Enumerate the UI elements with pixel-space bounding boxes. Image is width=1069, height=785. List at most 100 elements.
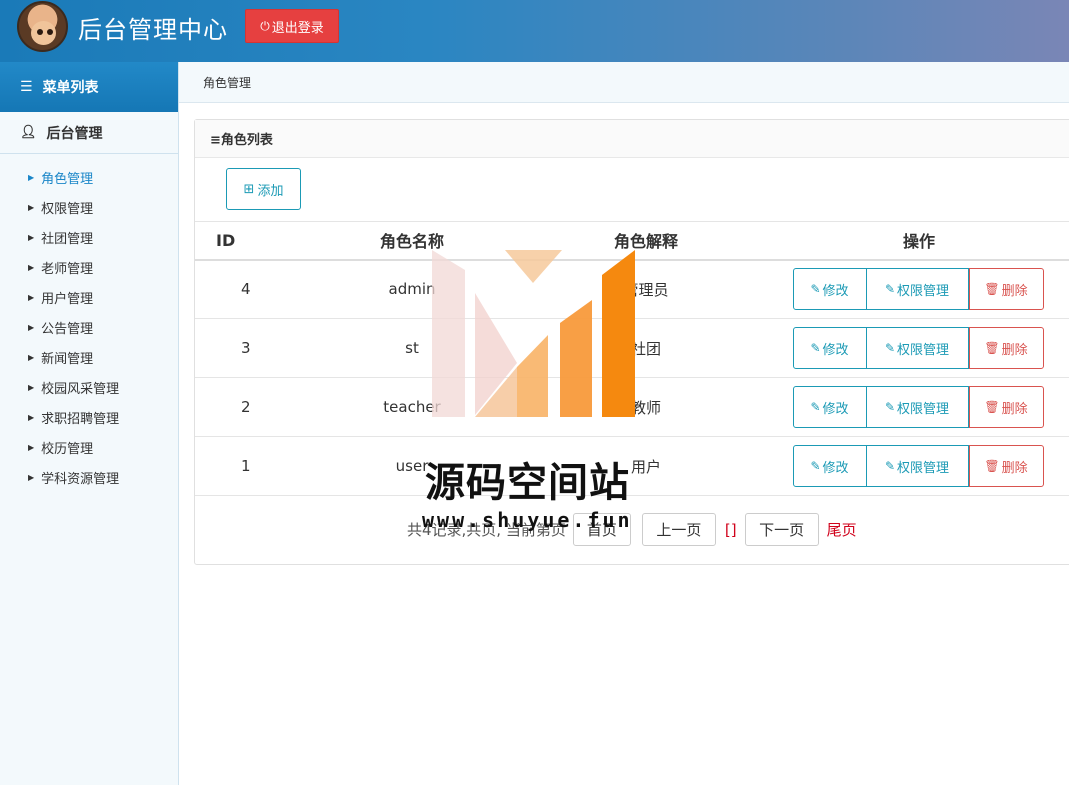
edit-icon: ✎ [810,341,821,355]
delete-button[interactable]: 🗑︎ 删除 [968,327,1044,369]
sidebar-item-clubs[interactable]: ▶ 社团管理 [0,222,178,252]
edit-button[interactable]: ✎ 修改 [792,445,867,487]
edit-button[interactable]: ✎ 修改 [792,268,867,311]
power-icon: ⏻ [260,18,270,33]
top-header: 后台管理中心 ⏻ 退出登录 [0,0,1069,62]
sidebar-item-teachers[interactable]: ▶ 老师管理 [0,252,178,282]
caret-right-icon: ▶ [28,292,35,302]
sidebar-item-roles[interactable]: ▶ 角色管理 [0,162,178,192]
sidebar-item-label: 角色管理 [41,171,94,187]
delete-label: 删除 [1001,342,1028,358]
avatar-eye-right [47,29,53,35]
cell-id: 2 [195,377,295,437]
group-title: 后台管理 [46,125,103,142]
add-button[interactable]: ⊞ 添加 [226,168,301,210]
cell-ops: ✎ 修改 ✎ 权限管理 🗑︎ 删除 [763,318,1069,378]
cell-ops: ✎ 修改 ✎ 权限管理 🗑︎ 删除 [763,377,1069,437]
current-page: [] [724,520,737,539]
last-page-link[interactable]: 尾页 [827,519,857,540]
delete-button[interactable]: 🗑︎ 删除 [968,386,1044,428]
sidebar-item-jobs[interactable]: ▶ 求职招聘管理 [0,402,178,432]
panel-title: ≡角色列表 [195,120,1069,158]
col-header-name: 角色名称 [295,221,529,261]
delete-button[interactable]: 🗑︎ 删除 [968,268,1044,311]
caret-right-icon: ▶ [28,172,35,182]
table-row: 4 admin 管理员 ✎ 修改 ✎ 权限管理 🗑︎ 删除 [195,259,1069,319]
sidebar: ☰ 菜单列表 👤︎ 后台管理 ▶ 角色管理 ▶ 权限管理 ▶ 社团管理 ▶ 老师管理 ▶… [0,62,179,785]
sidebar-item-label: 新闻管理 [41,351,94,367]
caret-right-icon: ▶ [28,412,35,422]
caret-right-icon: ▶ [28,472,35,482]
delete-label: 删除 [1001,283,1028,299]
caret-right-icon: ▶ [28,442,35,452]
delete-label: 删除 [1001,401,1028,417]
edit-button[interactable]: ✎ 修改 [792,386,867,428]
menu-header: ☰ 菜单列表 [0,62,178,112]
sidebar-item-calendar[interactable]: ▶ 校历管理 [0,432,178,462]
watermark-text: 源码空间站 [425,460,630,506]
prev-page-button[interactable]: 上一页 [641,513,716,546]
permission-label: 权限管理 [897,401,950,417]
delete-label: 删除 [1001,460,1028,476]
edit-label: 修改 [822,342,849,358]
sidebar-item-users[interactable]: ▶ 用户管理 [0,282,178,312]
sidebar-item-permissions[interactable]: ▶ 权限管理 [0,192,178,222]
permission-button[interactable]: ✎ 权限管理 [866,268,969,311]
sidebar-item-label: 老师管理 [41,261,94,277]
sidebar-menu: ▶ 角色管理 ▶ 权限管理 ▶ 社团管理 ▶ 老师管理 ▶ 用户管理 ▶ 公告管理 ▶ 新闻管… [0,154,178,492]
sidebar-item-label: 校园风采管理 [41,381,120,397]
sidebar-item-label: 学科资源管理 [41,471,120,487]
delete-button[interactable]: 🗑︎ 删除 [968,445,1044,487]
col-header-id: ID [195,221,295,261]
sidebar-item-label: 求职招聘管理 [41,411,120,427]
edit-icon: ✎ [884,282,896,297]
caret-right-icon: ▶ [28,352,35,362]
sidebar-item-resources[interactable]: ▶ 学科资源管理 [0,462,178,492]
watermark-url: www.shuyue.fun [422,508,633,532]
permission-button[interactable]: ✎ 权限管理 [866,445,969,487]
sidebar-item-label: 社团管理 [41,231,94,247]
table-row: 3 st 社团 ✎ 修改 ✎ 权限管理 🗑︎ 删除 [195,318,1069,378]
sidebar-item-label: 用户管理 [41,291,94,307]
sidebar-item-campus[interactable]: ▶ 校园风采管理 [0,372,178,402]
cell-ops: ✎ 修改 ✎ 权限管理 🗑︎ 删除 [763,436,1069,496]
cell-name: st [295,318,529,378]
sidebar-item-news[interactable]: ▶ 新闻管理 [0,342,178,372]
edit-label: 修改 [822,460,849,476]
col-header-desc: 角色解释 [529,221,763,261]
permission-label: 权限管理 [897,460,950,476]
roles-table: ID 角色名称 角色解释 操作 4 admin 管理员 ✎ 修改 ✎ 权限管理 🗑︎… [195,221,1069,496]
avatar-eye-left [37,29,43,35]
caret-right-icon: ▶ [28,382,35,392]
row-actions: ✎ 修改 ✎ 权限管理 🗑︎ 删除 [792,268,1044,311]
add-label: 添加 [257,183,284,199]
cell-ops: ✎ 修改 ✎ 权限管理 🗑︎ 删除 [763,259,1069,319]
permission-button[interactable]: ✎ 权限管理 [866,386,969,428]
permission-label: 权限管理 [897,283,950,299]
table-row: 1 user 用户 ✎ 修改 ✎ 权限管理 🗑︎ 删除 [195,436,1069,496]
menu-title: 菜单列表 [42,80,99,96]
trash-icon: 🗑︎ [984,282,1000,297]
row-actions: ✎ 修改 ✎ 权限管理 🗑︎ 删除 [792,386,1044,428]
row-actions: ✎ 修改 ✎ 权限管理 🗑︎ 删除 [792,445,1044,487]
sidebar-group-admin[interactable]: 👤︎ 后台管理 [0,112,178,154]
caret-right-icon: ▶ [28,232,35,242]
sidebar-item-label: 权限管理 [41,201,94,217]
list-icon: ☰ [20,79,33,95]
cell-desc: 教师 [529,377,763,437]
sidebar-item-label: 校历管理 [41,441,94,457]
cell-name: teacher [295,377,529,437]
logout-button[interactable]: ⏻ 退出登录 [245,9,339,43]
edit-icon: ✎ [884,459,896,473]
next-page-button[interactable]: 下一页 [744,513,819,546]
edit-icon: ✎ [884,400,896,414]
cell-id: 3 [195,318,295,378]
table-row: 2 teacher 教师 ✎ 修改 ✎ 权限管理 🗑︎ 删除 [195,377,1069,437]
breadcrumb: 角色管理 [179,62,1069,103]
edit-button[interactable]: ✎ 修改 [792,327,867,369]
edit-icon: ✎ [810,282,821,297]
sidebar-item-notices[interactable]: ▶ 公告管理 [0,312,178,342]
avatar [17,1,68,52]
permission-button[interactable]: ✎ 权限管理 [866,327,969,369]
trash-icon: 🗑︎ [984,459,1000,473]
